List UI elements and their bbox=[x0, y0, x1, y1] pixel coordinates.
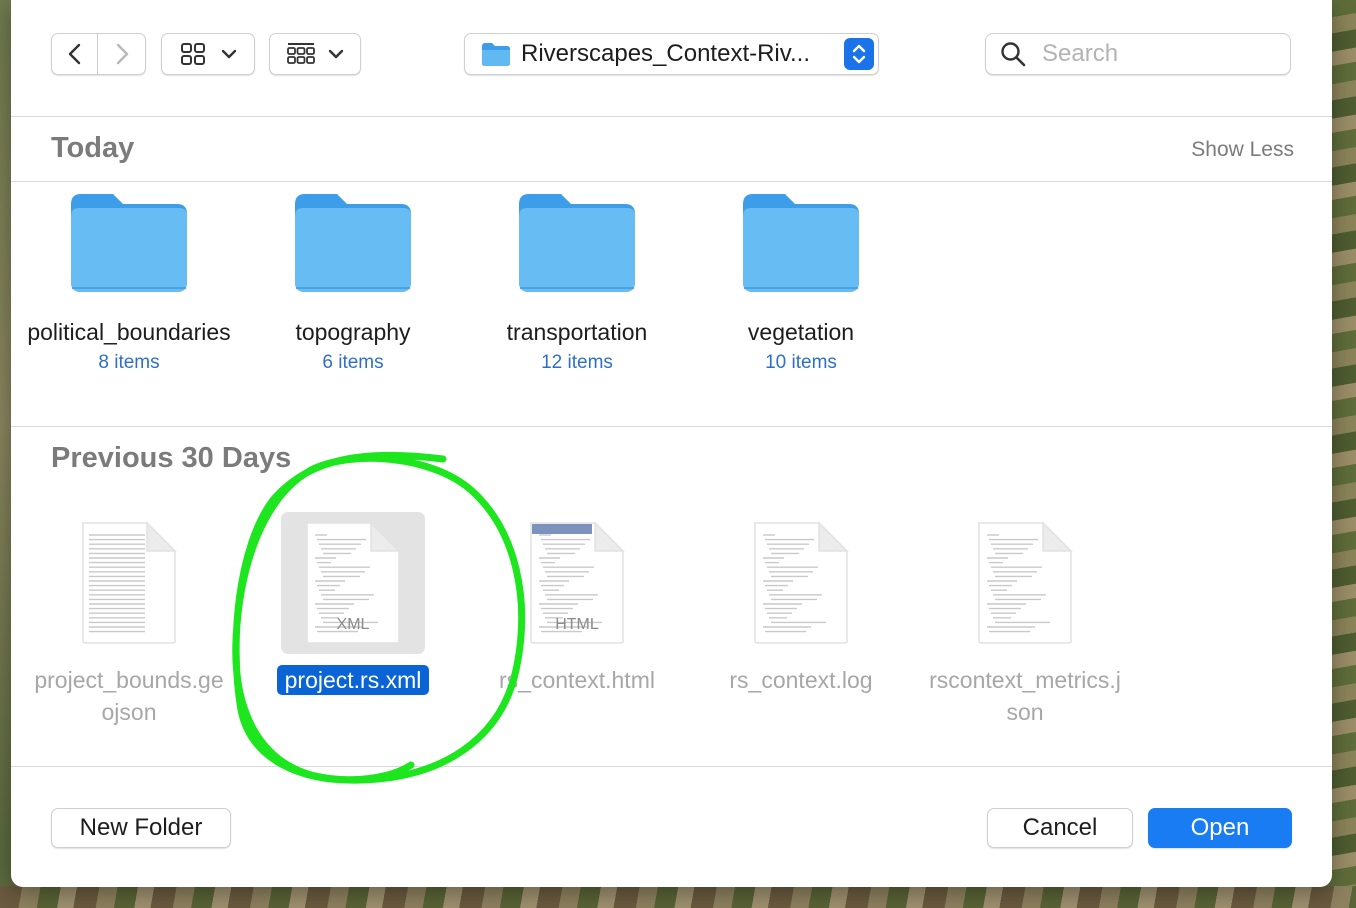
location-popup[interactable]: Riverscapes_Context-Riv... bbox=[464, 33, 879, 75]
today-section-header: Today Show Less bbox=[11, 118, 1332, 180]
grid-icon bbox=[181, 43, 205, 65]
folder-icon bbox=[741, 190, 861, 294]
file-name: rs_context.log bbox=[689, 664, 913, 696]
previous-section-header: Previous 30 Days bbox=[11, 428, 1332, 490]
file-thumbnail: HTML bbox=[505, 512, 649, 654]
back-button[interactable] bbox=[51, 33, 98, 75]
folder-icon bbox=[293, 190, 413, 294]
folder-item[interactable]: topography 6 items bbox=[241, 190, 465, 378]
group-by-button[interactable] bbox=[269, 33, 361, 75]
open-label: Open bbox=[1190, 814, 1250, 841]
file-item[interactable]: project_bounds.geojson bbox=[17, 512, 241, 728]
section-title-today: Today bbox=[51, 132, 135, 164]
svg-text:XML: XML bbox=[337, 616, 370, 633]
file-thumbnail bbox=[953, 512, 1097, 654]
file-thumbnail: XML bbox=[281, 512, 425, 654]
file-name: rs_context.html bbox=[465, 664, 689, 696]
folder-name: political_boundaries bbox=[27, 319, 231, 345]
divider bbox=[11, 426, 1332, 427]
folder-item-count: 12 items bbox=[541, 352, 613, 373]
folder-item[interactable]: vegetation 10 items bbox=[689, 190, 913, 378]
file-name-text: project_bounds.geojson bbox=[34, 667, 224, 725]
open-button[interactable]: Open bbox=[1148, 808, 1292, 848]
desktop-background-bottom bbox=[0, 886, 1356, 908]
file-name-text: rs_context.log bbox=[729, 667, 873, 693]
popup-stepper-icon bbox=[844, 38, 874, 70]
divider bbox=[11, 766, 1332, 767]
folder-name: transportation bbox=[506, 319, 648, 345]
folder-icon bbox=[482, 43, 510, 66]
file-item[interactable]: rs_context.log bbox=[689, 512, 913, 696]
folder-icon bbox=[69, 190, 189, 294]
view-mode-button[interactable] bbox=[161, 33, 255, 75]
location-label: Riverscapes_Context-Riv... bbox=[521, 40, 810, 67]
cancel-button[interactable]: Cancel bbox=[987, 808, 1133, 848]
chevron-left-icon bbox=[68, 43, 80, 65]
open-file-dialog: Riverscapes_Context-Riv... Today Show Le… bbox=[11, 0, 1332, 887]
file-item-selected[interactable]: XML project.rs.xml bbox=[241, 512, 465, 696]
file-name: project.rs.xml bbox=[241, 664, 465, 696]
group-grid-icon bbox=[287, 43, 315, 64]
file-name-text: rscontext_metrics.json bbox=[929, 667, 1121, 725]
chevron-right-icon bbox=[116, 43, 128, 65]
cancel-label: Cancel bbox=[1022, 814, 1098, 841]
forward-button[interactable] bbox=[98, 33, 146, 75]
file-item[interactable]: rscontext_metrics.json bbox=[913, 512, 1137, 728]
file-name: rscontext_metrics.json bbox=[913, 664, 1137, 728]
file-name-text: project.rs.xml bbox=[276, 665, 430, 695]
folder-icon bbox=[517, 190, 637, 294]
chevron-down-icon bbox=[328, 49, 344, 59]
search-icon bbox=[1001, 42, 1026, 67]
section-title-previous: Previous 30 Days bbox=[51, 442, 292, 474]
file-thumbnail bbox=[729, 512, 873, 654]
file-name: project_bounds.geojson bbox=[17, 664, 241, 728]
file-item[interactable]: HTML rs_context.html bbox=[465, 512, 689, 696]
file-name-text: rs_context.html bbox=[499, 667, 655, 693]
divider bbox=[11, 181, 1332, 182]
new-folder-button[interactable]: New Folder bbox=[51, 808, 231, 848]
folder-item-count: 10 items bbox=[765, 352, 837, 373]
folder-name: vegetation bbox=[747, 319, 855, 345]
new-folder-label: New Folder bbox=[79, 814, 203, 841]
chevron-down-icon bbox=[221, 49, 237, 59]
folder-item-count: 6 items bbox=[322, 352, 384, 373]
search-input[interactable] bbox=[1040, 39, 1274, 69]
folder-item[interactable]: transportation 12 items bbox=[465, 190, 689, 378]
file-thumbnail bbox=[57, 512, 201, 654]
folder-item[interactable]: political_boundaries 8 items bbox=[17, 190, 241, 378]
folder-item-count: 8 items bbox=[98, 352, 160, 373]
show-less-link[interactable]: Show Less bbox=[1191, 138, 1294, 162]
toolbar: Riverscapes_Context-Riv... bbox=[11, 0, 1332, 117]
search-field[interactable] bbox=[985, 33, 1291, 75]
svg-text:HTML: HTML bbox=[555, 616, 599, 633]
folder-name: topography bbox=[295, 319, 411, 345]
